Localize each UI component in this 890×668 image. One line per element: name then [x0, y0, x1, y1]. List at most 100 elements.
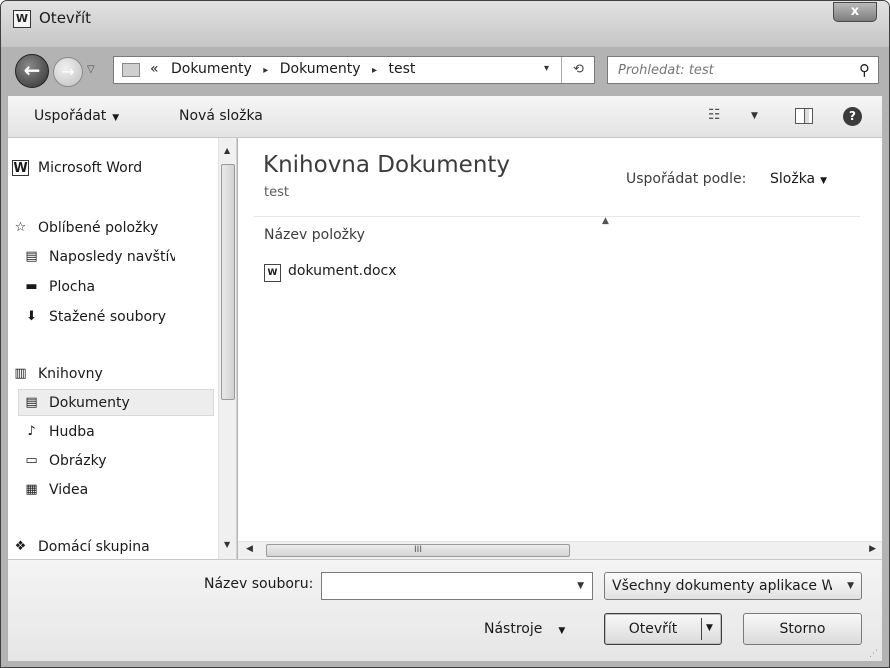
library-title: Knihovna Dokumenty: [263, 152, 511, 178]
videos-icon: ▦: [25, 482, 38, 497]
arrange-by-value: Složka: [770, 171, 816, 187]
split-divider: [701, 618, 702, 640]
desktop-icon: ▬: [25, 279, 38, 294]
breadcrumb-separator-icon[interactable]: ▸: [263, 65, 268, 76]
arrange-by-label: Uspořádat podle:: [626, 171, 747, 187]
word-document-icon: W: [264, 264, 281, 282]
file-type-value: Všechny dokumenty aplikace Word: [612, 578, 832, 594]
nav-item-label: Plocha: [49, 279, 96, 295]
nav-item-libraries[interactable]: ▥ Knihovny: [14, 361, 103, 387]
nav-item-favorites[interactable]: ☆ Oblíbené položky: [15, 215, 159, 241]
scrollbar-thumb[interactable]: III: [266, 544, 570, 557]
pictures-icon: ▭: [25, 453, 38, 468]
close-button[interactable]: x: [833, 2, 877, 22]
view-options-dropdown-icon[interactable]: ▼: [751, 111, 758, 121]
filename-combobox[interactable]: ▼: [321, 572, 593, 600]
nav-item-label: Videa: [49, 482, 89, 498]
filename-field[interactable]: [322, 573, 562, 599]
arrow-left-icon: ←: [23, 58, 41, 82]
title-bar[interactable]: W Otevřít x: [1, 1, 889, 47]
organize-button[interactable]: Uspořádat ▼: [34, 108, 119, 124]
nav-item-label: Dokumenty: [49, 395, 130, 411]
open-options-dropdown-icon[interactable]: ▼: [706, 623, 713, 633]
nav-item-label: Stažené soubory: [49, 309, 167, 325]
nav-item-label: Naposledy navštívené: [49, 249, 175, 265]
refresh-icon[interactable]: ⟲: [561, 57, 595, 83]
word-app-icon: W: [13, 10, 31, 28]
forward-button[interactable]: →: [53, 57, 83, 87]
search-icon[interactable]: ⚲: [859, 61, 870, 79]
nav-item-label: Oblíbené položky: [38, 220, 159, 236]
filename-label: Název souboru:: [204, 576, 314, 592]
chevron-down-icon: ▼: [558, 626, 566, 636]
tools-button[interactable]: Nástroje ▼: [484, 621, 565, 637]
nav-item-homegroup[interactable]: ❖ Domácí skupina: [15, 534, 150, 560]
horizontal-scrollbar[interactable]: ◀ III ▶: [238, 541, 882, 559]
breadcrumb-test[interactable]: test: [389, 61, 416, 77]
file-list-pane: Knihovna Dokumenty test Uspořádat podle:…: [238, 138, 882, 559]
preview-pane-icon[interactable]: [795, 108, 813, 124]
recent-places-icon: ▤: [25, 249, 38, 264]
nav-item-documents[interactable]: ▤ Dokumenty: [25, 390, 130, 416]
address-dropdown-icon[interactable]: ▾: [544, 63, 549, 74]
resize-grip-icon[interactable]: ⋰: [869, 649, 878, 659]
breadcrumb-separator-icon[interactable]: ▸: [372, 65, 377, 76]
cancel-button[interactable]: Storno: [743, 613, 862, 645]
nav-item-pictures[interactable]: ▭ Obrázky: [25, 448, 106, 474]
folder-icon: [122, 63, 140, 77]
star-icon: ☆: [14, 220, 27, 235]
nav-item-downloads[interactable]: ⬇ Stažené soubory: [26, 304, 167, 330]
scroll-down-icon[interactable]: ▼: [224, 540, 230, 549]
scrollbar-thumb[interactable]: [221, 164, 235, 400]
homegroup-icon: ❖: [14, 539, 27, 554]
documents-icon: ▤: [25, 395, 38, 410]
address-bar[interactable]: « Dokumenty ▸ Dokumenty ▸ test ▾ ⟲: [113, 56, 595, 84]
sort-ascending-icon: ▲: [602, 216, 609, 226]
tools-label: Nástroje: [484, 621, 543, 637]
breadcrumb-dokumenty-folder[interactable]: Dokumenty: [280, 61, 361, 77]
organize-label: Uspořádat: [34, 108, 107, 124]
divider: [254, 216, 860, 217]
downloads-icon: ⬇: [26, 309, 37, 324]
file-name: dokument.docx: [288, 263, 397, 279]
libraries-icon: ▥: [14, 366, 27, 381]
recent-locations-dropdown[interactable]: ▽: [87, 64, 95, 75]
search-box[interactable]: ⚲: [607, 56, 879, 84]
open-file-dialog: W Otevřít x ← → ▽ « Dokumenty ▸ Dokument…: [0, 0, 890, 668]
arrow-right-icon: →: [61, 62, 75, 81]
nav-item-recent-places[interactable]: ▤ Naposledy navštívené: [25, 244, 175, 270]
breadcrumb-overflow[interactable]: «: [150, 61, 159, 77]
nav-item-label: Microsoft Word: [38, 160, 143, 176]
nav-item-microsoft-word[interactable]: W Microsoft Word: [12, 155, 143, 181]
breadcrumb: « Dokumenty ▸ Dokumenty ▸ test: [150, 61, 415, 77]
library-subtitle: test: [264, 185, 289, 200]
change-view-icon[interactable]: ☷: [708, 107, 721, 123]
chevron-down-icon[interactable]: ▼: [577, 581, 584, 591]
nav-item-music[interactable]: ♪ Hudba: [27, 419, 95, 445]
chevron-down-icon: ▼: [112, 113, 120, 123]
music-icon: ♪: [27, 424, 36, 439]
file-type-select[interactable]: Všechny dokumenty aplikace Word ▼: [604, 572, 862, 600]
navigation-pane: W Microsoft Word ☆ Oblíbené položky ▤ Na…: [8, 138, 237, 559]
scroll-left-icon[interactable]: ◀: [246, 544, 253, 554]
search-input[interactable]: [608, 57, 848, 83]
open-button-label: Otevřít: [628, 621, 678, 637]
chevron-down-icon: ▼: [847, 581, 854, 591]
nav-item-label: Domácí skupina: [38, 539, 150, 555]
back-button[interactable]: ←: [15, 54, 49, 88]
column-header-name[interactable]: Název položky: [264, 227, 365, 243]
nav-item-label: Knihovny: [38, 366, 103, 382]
arrange-by-dropdown[interactable]: Složka ▼: [770, 171, 827, 187]
open-button[interactable]: Otevřít ▼: [604, 613, 722, 645]
nav-item-label: Hudba: [49, 424, 95, 440]
word-icon: W: [12, 160, 29, 176]
dialog-footer: Název souboru: ▼ Všechny dokumenty aplik…: [8, 559, 882, 661]
new-folder-button[interactable]: Nová složka: [179, 108, 263, 124]
scroll-right-icon[interactable]: ▶: [869, 544, 876, 554]
nav-item-desktop[interactable]: ▬ Plocha: [25, 274, 96, 300]
scroll-up-icon[interactable]: ▲: [224, 146, 230, 155]
breadcrumb-dokumenty-library[interactable]: Dokumenty: [171, 61, 252, 77]
nav-item-videos[interactable]: ▦ Videa: [25, 477, 89, 503]
navigation-scrollbar[interactable]: ▲ ▼: [218, 138, 236, 559]
help-icon[interactable]: ?: [843, 107, 862, 126]
